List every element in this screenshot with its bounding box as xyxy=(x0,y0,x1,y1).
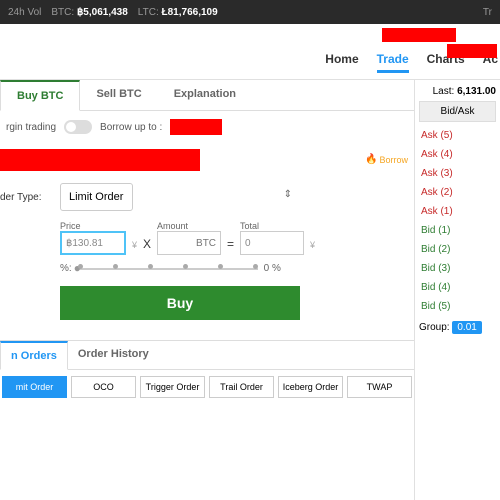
price-unit: ¥ xyxy=(132,240,137,255)
redacted-block xyxy=(170,119,222,135)
redacted-block xyxy=(447,44,497,58)
ask-row[interactable]: Ask (3) xyxy=(419,164,496,183)
multiply-icon: X xyxy=(143,237,151,255)
order-book: Last: 6,131.00 Bid/Ask Ask (5) Ask (4) A… xyxy=(415,80,500,500)
filter-iceberg[interactable]: Iceberg Order xyxy=(278,376,343,398)
tab-order-history[interactable]: Order History xyxy=(68,341,159,369)
price-input[interactable] xyxy=(60,231,126,255)
trade-tabs: Buy BTC Sell BTC Explanation xyxy=(0,80,414,111)
total-input[interactable] xyxy=(240,231,304,255)
tab-open-orders[interactable]: n Orders xyxy=(0,341,68,370)
bid-row[interactable]: Bid (5) xyxy=(419,297,496,316)
last-label: Last: xyxy=(433,86,455,97)
order-type-label: der Type: xyxy=(0,192,60,203)
btc-value: ฿5,061,438 xyxy=(77,7,128,18)
group-label: Group: xyxy=(419,322,450,333)
nav-trade[interactable]: Trade xyxy=(377,52,409,73)
vol-label: 24h Vol xyxy=(8,7,41,18)
percent-slider[interactable] xyxy=(78,268,258,270)
bid-row[interactable]: Bid (2) xyxy=(419,240,496,259)
ask-row[interactable]: Ask (4) xyxy=(419,145,496,164)
order-type-filters: mit Order OCO Trigger Order Trail Order … xyxy=(0,370,414,404)
filter-oco[interactable]: OCO xyxy=(71,376,136,398)
percent-label: %: xyxy=(60,263,72,274)
buy-button[interactable]: Buy xyxy=(60,286,300,320)
filter-trigger[interactable]: Trigger Order xyxy=(140,376,205,398)
ltc-label: LTC: xyxy=(138,7,159,18)
percent-value: 0 % xyxy=(264,263,281,274)
filter-limit-order[interactable]: mit Order xyxy=(2,376,67,398)
filter-twap[interactable]: TWAP xyxy=(347,376,412,398)
total-unit: ¥ xyxy=(310,240,315,255)
bid-row[interactable]: Bid (4) xyxy=(419,278,496,297)
total-label: Total xyxy=(240,221,304,231)
bidask-header[interactable]: Bid/Ask xyxy=(419,101,496,122)
btc-label: BTC: xyxy=(51,7,74,18)
amount-label: Amount xyxy=(157,221,221,231)
order-type-select[interactable]: Limit Order xyxy=(60,183,133,211)
group-value[interactable]: 0.01 xyxy=(452,321,481,334)
ask-row[interactable]: Ask (2) xyxy=(419,183,496,202)
borrow-upto-label: Borrow up to : xyxy=(100,122,162,133)
main-header: Home Trade Charts Ac xyxy=(0,24,500,80)
tab-explanation[interactable]: Explanation xyxy=(158,80,252,110)
top-right-text: Tr xyxy=(483,7,492,18)
top-stats-bar: 24h Vol BTC: ฿5,061,438 LTC: Ł81,766,109… xyxy=(0,0,500,24)
amount-input[interactable] xyxy=(157,231,221,255)
last-value: 6,131.00 xyxy=(457,86,496,97)
redacted-block xyxy=(0,149,200,171)
filter-trail[interactable]: Trail Order xyxy=(209,376,274,398)
borrow-badge[interactable]: Borrow xyxy=(365,154,408,165)
tab-sell-btc[interactable]: Sell BTC xyxy=(80,80,157,110)
margin-label: rgin trading xyxy=(6,122,56,133)
tab-buy-btc[interactable]: Buy BTC xyxy=(0,80,80,111)
nav-home[interactable]: Home xyxy=(325,52,358,73)
margin-toggle[interactable] xyxy=(64,120,92,134)
ask-row[interactable]: Ask (5) xyxy=(419,126,496,145)
bid-row[interactable]: Bid (1) xyxy=(419,221,496,240)
orders-tabs: n Orders Order History xyxy=(0,340,414,370)
equals-icon: = xyxy=(227,237,234,255)
ask-row[interactable]: Ask (1) xyxy=(419,202,496,221)
redacted-block xyxy=(382,28,456,42)
price-label: Price xyxy=(60,221,126,231)
bid-row[interactable]: Bid (3) xyxy=(419,259,496,278)
ltc-value: Ł81,766,109 xyxy=(162,7,218,18)
